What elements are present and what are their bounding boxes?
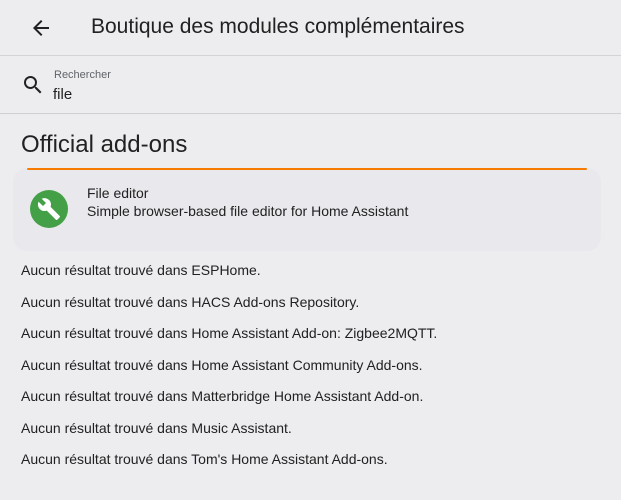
- no-results-list: Aucun résultat trouvé dans ESPHome. Aucu…: [21, 262, 437, 483]
- addon-name: File editor: [87, 185, 149, 201]
- search-bar[interactable]: Rechercher: [0, 56, 621, 114]
- search-label: Rechercher: [54, 69, 111, 81]
- no-result-message: Aucun résultat trouvé dans ESPHome.: [21, 262, 261, 278]
- addon-icon-badge: [30, 190, 68, 228]
- no-result-message: Aucun résultat trouvé dans Matterbridge …: [21, 388, 424, 404]
- page-title: Boutique des modules complémentaires: [91, 15, 465, 38]
- section-title: Official add-ons: [21, 131, 188, 158]
- addon-description: Simple browser-based file editor for Hom…: [87, 203, 409, 219]
- top-app-bar: Boutique des modules complémentaires: [0, 0, 621, 56]
- back-button[interactable]: [24, 12, 58, 44]
- no-result-message: Aucun résultat trouvé dans Tom's Home As…: [21, 451, 388, 467]
- wrench-icon: [37, 198, 60, 220]
- search-icon: [24, 76, 42, 94]
- no-result-message: Aucun résultat trouvé dans HACS Add-ons …: [21, 293, 360, 310]
- no-result-message: Aucun résultat trouvé dans Home Assistan…: [21, 325, 438, 341]
- no-result-message: Aucun résultat trouvé dans Home Assistan…: [21, 356, 423, 373]
- arrow-left-icon: [33, 20, 49, 36]
- card-accent-bar: [27, 168, 587, 170]
- search-input[interactable]: [53, 84, 593, 104]
- addon-card-file-editor[interactable]: File editor Simple browser-based file ed…: [13, 168, 601, 251]
- no-result-message: Aucun résultat trouvé dans Music Assista…: [21, 419, 292, 436]
